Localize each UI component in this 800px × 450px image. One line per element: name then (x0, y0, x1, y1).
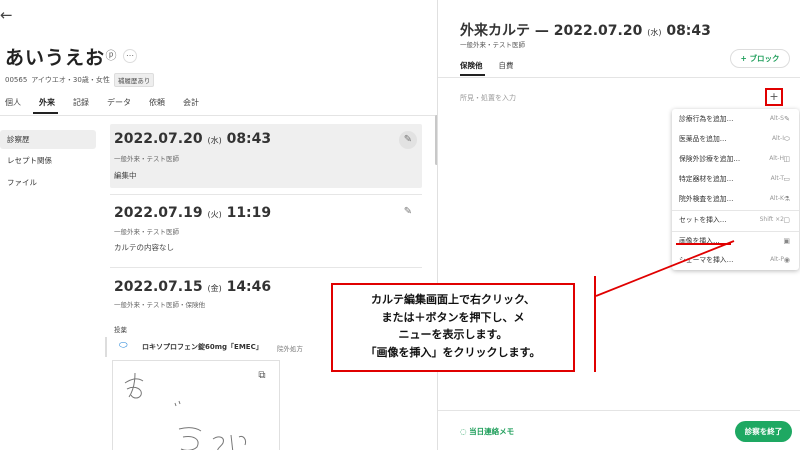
callout-line: 「画像を挿入」をクリックします。 (365, 345, 541, 359)
annotation-arrow (595, 240, 735, 297)
annotation-bracket (594, 276, 596, 372)
callout-line: または＋ボタンを押下し、メ (381, 310, 525, 324)
instruction-callout: カルテ編集画面上で右クリック、 または＋ボタンを押下し、メ ニューを表示します。… (331, 283, 575, 372)
callout-line: カルテ編集画面上で右クリック、 (370, 293, 535, 306)
callout-line: ニューを表示します。 (398, 328, 508, 341)
